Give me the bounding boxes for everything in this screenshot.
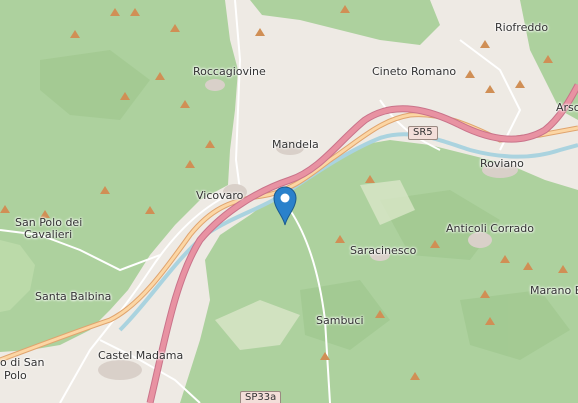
place-label-castel-madama: Castel Madama [98,349,184,362]
place-label-saracinesco: Saracinesco [350,244,417,257]
place-label-vicovaro: Vicovaro [196,189,244,202]
place-label-anticoli-corrado: Anticoli Corrado [446,222,534,235]
place-label-san-polo-line2: Cavalieri [24,228,73,241]
place-label-roviano: Roviano [480,157,524,170]
place-label-castello-line1: o di San [0,356,45,369]
place-label-mandela: Mandela [272,138,319,151]
place-label-sambuci: Sambuci [316,314,364,327]
place-label-cineto-romano: Cineto Romano [372,65,457,78]
place-label-santa-balbina: Santa Balbina [35,290,112,303]
road-shield-sr5: SR5 [408,126,438,140]
road-shield-sp33a: SP33a [240,391,282,403]
place-label-castello-line2: Polo [4,369,27,382]
place-label-arsoli: Arso [556,101,578,114]
map-view[interactable]: Riofreddo Roccagiovine Cineto Romano Man… [0,0,578,403]
place-label-riofreddo: Riofreddo [495,21,549,34]
place-label-roccagiovine: Roccagiovine [193,65,266,78]
map-pin-icon[interactable] [273,186,297,231]
place-label-marano-equo: Marano Eq [530,284,578,297]
